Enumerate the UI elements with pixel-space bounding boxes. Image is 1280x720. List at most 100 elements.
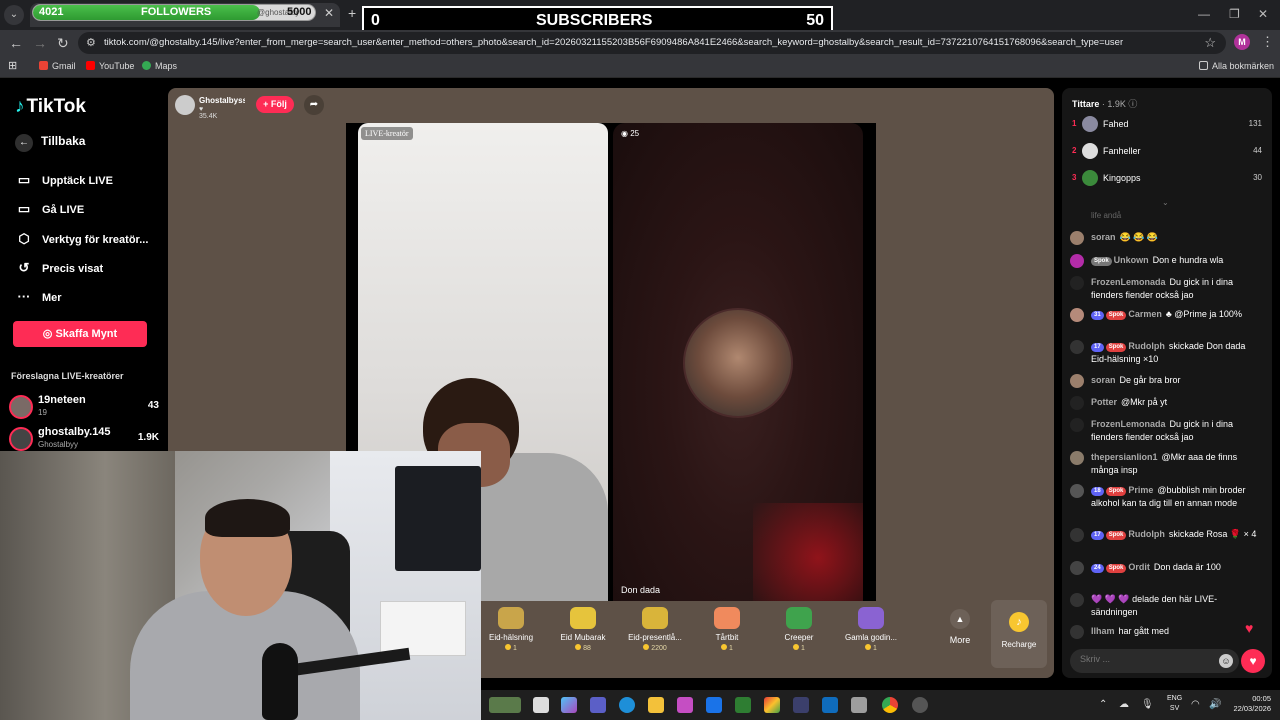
minimize-icon[interactable]: — bbox=[1198, 7, 1210, 21]
language-indicator[interactable]: ENG SV bbox=[1167, 694, 1182, 714]
more-gifts-button[interactable]: ▲ More bbox=[940, 601, 980, 645]
guest-name[interactable]: Don dada bbox=[621, 585, 660, 595]
chrome-icon[interactable] bbox=[882, 697, 898, 713]
chevron-down-icon[interactable]: ⌄ bbox=[1162, 198, 1169, 207]
avatar[interactable] bbox=[1070, 561, 1084, 575]
avatar[interactable] bbox=[1070, 374, 1084, 388]
avatar[interactable] bbox=[1070, 484, 1084, 498]
edge-icon[interactable] bbox=[619, 697, 635, 713]
bookmark-maps[interactable]: Maps bbox=[142, 61, 177, 71]
security-icon[interactable] bbox=[735, 697, 751, 713]
emoji-icon[interactable]: ☺ bbox=[1219, 654, 1233, 668]
top-viewer-row[interactable]: 3 Kingopps 30 bbox=[1072, 169, 1267, 189]
suggested-creator[interactable]: 19neteen 19 43 bbox=[9, 394, 159, 422]
gift-item[interactable]: Gamla godin... 1 bbox=[840, 601, 902, 668]
recharge-button[interactable]: ♪ Recharge bbox=[991, 600, 1047, 668]
message-user[interactable]: Potter bbox=[1091, 397, 1117, 407]
suggested-creator[interactable]: ghostalby.145 Ghostalbyy 1.9K bbox=[9, 426, 159, 454]
message-user[interactable]: Carmen bbox=[1128, 309, 1162, 319]
back-button[interactable]: ← Tillbaka bbox=[15, 134, 85, 152]
message-user[interactable]: thepersianlion1 bbox=[1091, 452, 1158, 462]
avatar[interactable] bbox=[1070, 308, 1084, 322]
gift-item[interactable]: Eid-presentlå... 2200 bbox=[624, 601, 686, 668]
mail-icon[interactable] bbox=[706, 697, 722, 713]
avatar[interactable] bbox=[1070, 418, 1084, 432]
new-tab-icon[interactable]: + bbox=[348, 5, 356, 21]
tab-close-icon[interactable]: ✕ bbox=[324, 6, 334, 20]
sidebar-item-discover-live[interactable]: ▭ Upptäck LIVE bbox=[15, 172, 113, 188]
message-user[interactable]: Rudolph bbox=[1128, 529, 1165, 539]
sidebar-item-more[interactable]: ··· Mer bbox=[15, 289, 62, 304]
gift-item[interactable]: Eid Mubarak 88 bbox=[552, 601, 614, 668]
top-viewer-row[interactable]: 1 Fahed 131 bbox=[1072, 115, 1267, 135]
avatar[interactable] bbox=[1070, 254, 1084, 268]
host-name[interactable]: Ghostalbyss bbox=[199, 96, 245, 105]
reload-icon[interactable]: ↻ bbox=[57, 35, 69, 52]
tray-microphone-icon[interactable]: 🎙 bbox=[1141, 699, 1154, 710]
store-icon[interactable] bbox=[677, 697, 693, 713]
tray-onedrive-icon[interactable]: ☁ bbox=[1119, 699, 1129, 710]
avatar[interactable] bbox=[1070, 231, 1084, 245]
volume-icon[interactable]: 🔊 bbox=[1209, 699, 1221, 710]
wifi-icon[interactable]: ◠ bbox=[1191, 699, 1200, 710]
message-user[interactable]: Unkown bbox=[1114, 255, 1149, 265]
outlook-icon[interactable] bbox=[822, 697, 838, 713]
avatar[interactable] bbox=[1070, 451, 1084, 465]
site-info-icon[interactable]: ⚙ bbox=[86, 36, 96, 49]
tab-search-icon[interactable]: ⌄ bbox=[4, 5, 24, 25]
message-user[interactable]: Ilham bbox=[1091, 626, 1115, 636]
share-icon[interactable]: ➦ bbox=[304, 95, 324, 115]
message-user[interactable]: Prime bbox=[1128, 485, 1153, 495]
avatar[interactable] bbox=[1070, 340, 1084, 354]
sidebar-item-recently-watched[interactable]: ↺ Precis visat bbox=[15, 260, 104, 276]
close-window-icon[interactable]: ✕ bbox=[1258, 7, 1268, 21]
bookmark-star-icon[interactable]: ☆ bbox=[1204, 35, 1216, 51]
avatar[interactable] bbox=[1070, 528, 1084, 542]
chat-text-field[interactable] bbox=[1080, 654, 1210, 664]
avatar[interactable] bbox=[1070, 593, 1084, 607]
message-user[interactable]: soran bbox=[1091, 375, 1116, 385]
apps-grid-icon[interactable]: ⊞ bbox=[8, 59, 17, 72]
clock[interactable]: 00:05 22/03/2026 bbox=[1227, 694, 1271, 714]
profile-avatar[interactable]: M bbox=[1234, 34, 1250, 50]
tiktok-logo[interactable]: ♪ TikTok bbox=[15, 96, 86, 118]
info-icon[interactable]: ⓘ bbox=[1128, 99, 1137, 109]
get-coins-button[interactable]: ◎ Skaffa Mynt bbox=[13, 321, 147, 347]
bookmark-gmail[interactable]: Gmail bbox=[39, 61, 76, 71]
file-explorer-icon[interactable] bbox=[648, 697, 664, 713]
copilot-icon[interactable] bbox=[561, 697, 577, 713]
avatar[interactable] bbox=[1070, 396, 1084, 410]
message-user[interactable]: Ordit bbox=[1128, 562, 1150, 572]
teams-icon[interactable] bbox=[590, 697, 606, 713]
avatar[interactable] bbox=[1070, 276, 1084, 290]
message-user[interactable]: FrozenLemonada bbox=[1091, 419, 1166, 429]
settings-gear-icon[interactable] bbox=[912, 697, 928, 713]
widgets-icon[interactable] bbox=[489, 697, 521, 713]
follow-button[interactable]: + Följ bbox=[256, 96, 294, 113]
message-user[interactable]: Rudolph bbox=[1128, 341, 1165, 351]
photos-icon[interactable] bbox=[851, 697, 867, 713]
chat-input[interactable]: ☺ bbox=[1070, 649, 1239, 673]
task-view-icon[interactable] bbox=[533, 697, 549, 713]
message-user[interactable]: soran bbox=[1091, 232, 1116, 242]
top-viewer-row[interactable]: 2 Fanheller 44 bbox=[1072, 142, 1267, 162]
back-arrow-icon[interactable]: ← bbox=[9, 35, 23, 51]
viewers-header[interactable]: Tittare · 1.9K ⓘ bbox=[1072, 97, 1137, 110]
all-bookmarks[interactable]: Alla bokmärken bbox=[1199, 61, 1274, 71]
browser-menu-icon[interactable]: ⋮ bbox=[1261, 34, 1274, 50]
sidebar-item-go-live[interactable]: ▭ Gå LIVE bbox=[15, 201, 84, 217]
bookmark-youtube[interactable]: YouTube bbox=[86, 61, 134, 71]
url-text[interactable]: tiktok.com/@ghostalby.145/live?enter_fro… bbox=[104, 37, 1123, 48]
gift-item[interactable]: Eid-hälsning 1 bbox=[480, 601, 542, 668]
gift-item[interactable]: Tårtbit 1 bbox=[696, 601, 758, 668]
forward-arrow-icon[interactable]: → bbox=[33, 35, 47, 51]
message-user[interactable]: FrozenLemonada bbox=[1091, 277, 1166, 287]
like-heart-button[interactable]: ♥ bbox=[1241, 649, 1265, 673]
avatar[interactable] bbox=[1070, 625, 1084, 639]
host-avatar[interactable] bbox=[175, 95, 195, 115]
gift-item[interactable]: Creeper 1 bbox=[768, 601, 830, 668]
office-icon[interactable] bbox=[764, 697, 780, 713]
address-bar[interactable]: ⚙ tiktok.com/@ghostalby.145/live?enter_f… bbox=[78, 32, 1226, 54]
sidebar-item-creator-tools[interactable]: ⬡ Verktyg för kreatör... bbox=[15, 231, 148, 247]
restore-icon[interactable]: ❐ bbox=[1229, 7, 1240, 21]
